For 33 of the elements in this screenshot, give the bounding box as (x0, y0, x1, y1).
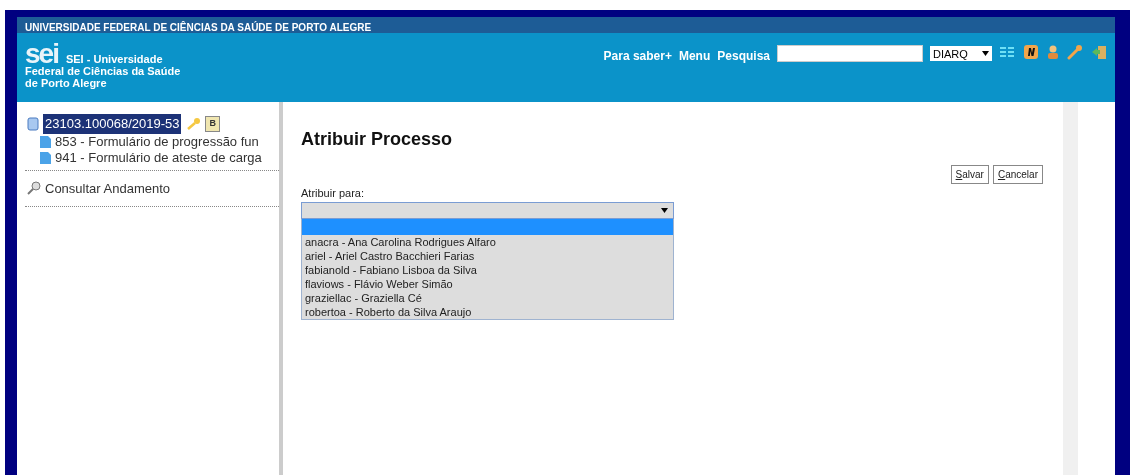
unit-dropdown[interactable]: DIARQ (930, 46, 992, 61)
folder-icon[interactable] (27, 116, 39, 131)
dropdown-option[interactable]: graziellac - Graziella Cé (302, 290, 673, 305)
dropdown-option[interactable]: robertoa - Roberto da Silva Araujo (302, 304, 673, 319)
organization-name: SEI - Universidade (65, 53, 163, 65)
wrench-icon[interactable] (1067, 44, 1083, 60)
page-title: Atribuir Processo (301, 128, 454, 151)
field-label: Atribuir para: (301, 186, 365, 201)
search-icon[interactable] (27, 181, 41, 196)
form-button[interactable]: Salvar (950, 165, 989, 184)
process-number[interactable]: 23103.100068/2019-53 (43, 114, 182, 134)
dropdown-option[interactable]: fabianold - Fabiano Lisboa da Silva (302, 262, 673, 277)
banner-title: UNIVERSIDADE FEDERAL DE CIÊNCIAS DA SAÚDE DE PORTO ALEGRE (25, 22, 372, 33)
sidebar-link[interactable]: Consultar Andamento (45, 178, 171, 198)
dropdown-option[interactable]: ariel - Ariel Castro Bacchieri Farias (302, 248, 673, 263)
tree-item[interactable]: 853 - Formulário de progressão fun (55, 131, 259, 152)
organization-name: de Porto Alegre (25, 77, 108, 89)
user-icon[interactable] (1047, 44, 1059, 60)
dropdown-option[interactable]: flaviows - Flávio Weber Simão (302, 276, 673, 291)
key-icon[interactable] (185, 116, 202, 131)
scrollbar[interactable] (1063, 102, 1078, 475)
dropdown-option[interactable]: anacra - Ana Carolina Rodrigues Alfaro (302, 234, 673, 249)
document-icon[interactable] (39, 134, 52, 149)
dropdown-arrow-icon[interactable] (982, 51, 989, 56)
organization-name: Federal de Ciências da Saúde (25, 65, 182, 77)
search-field[interactable] (777, 45, 923, 62)
list-icon[interactable] (999, 44, 1015, 60)
notification-icon[interactable] (1023, 44, 1039, 60)
form-button[interactable]: Cancelar (992, 165, 1043, 184)
exit-icon[interactable] (1091, 44, 1107, 60)
dropdown-arrow-icon[interactable] (661, 207, 668, 213)
badge-b[interactable]: B (205, 116, 220, 132)
document-icon[interactable] (39, 150, 52, 165)
